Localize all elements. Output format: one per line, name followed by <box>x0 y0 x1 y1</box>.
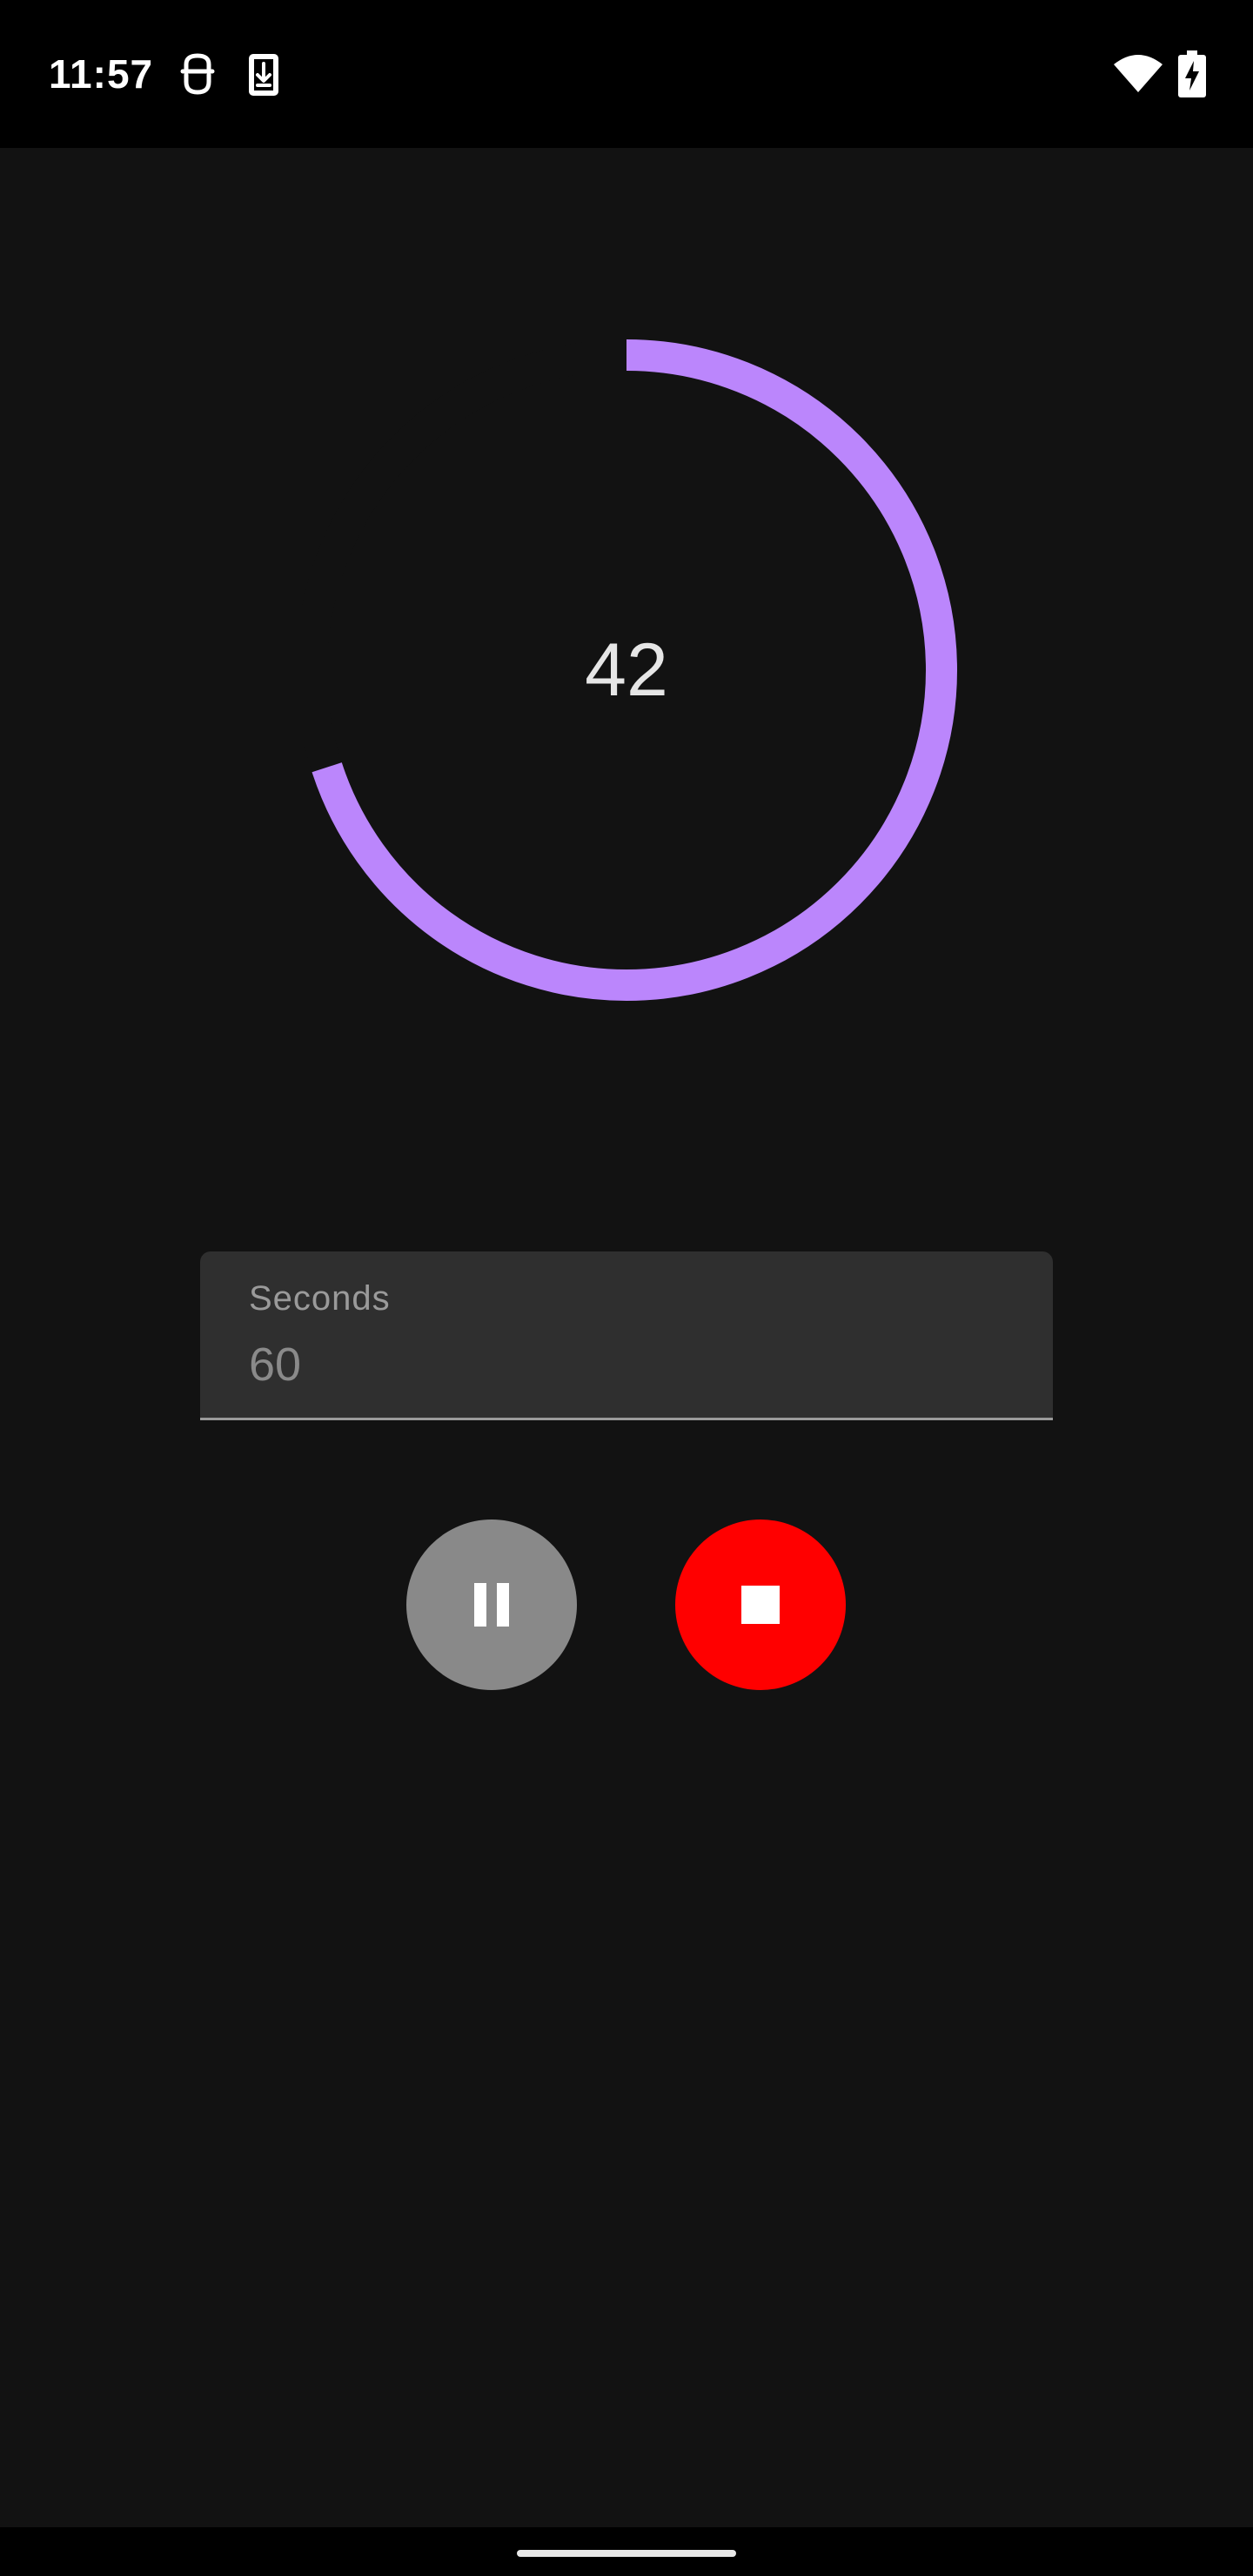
seconds-field-label: Seconds <box>249 1279 391 1318</box>
seconds-text-field[interactable]: Seconds <box>200 1251 1053 1420</box>
pause-icon <box>474 1583 509 1627</box>
download-icon <box>249 54 278 96</box>
status-time: 11:57 <box>49 51 154 97</box>
wifi-icon <box>1114 55 1163 92</box>
status-bar: 11:57 <box>0 0 1253 148</box>
timer-remaining-value: 42 <box>585 627 668 712</box>
notification-face-icon <box>180 53 215 95</box>
countdown-timer: 42 <box>296 339 957 1001</box>
home-gesture-handle[interactable] <box>517 2550 736 2557</box>
stop-icon <box>741 1586 780 1624</box>
seconds-input[interactable] <box>249 1332 997 1398</box>
battery-charging-icon <box>1178 50 1206 97</box>
pause-button[interactable] <box>406 1519 577 1690</box>
stop-button[interactable] <box>675 1519 846 1690</box>
